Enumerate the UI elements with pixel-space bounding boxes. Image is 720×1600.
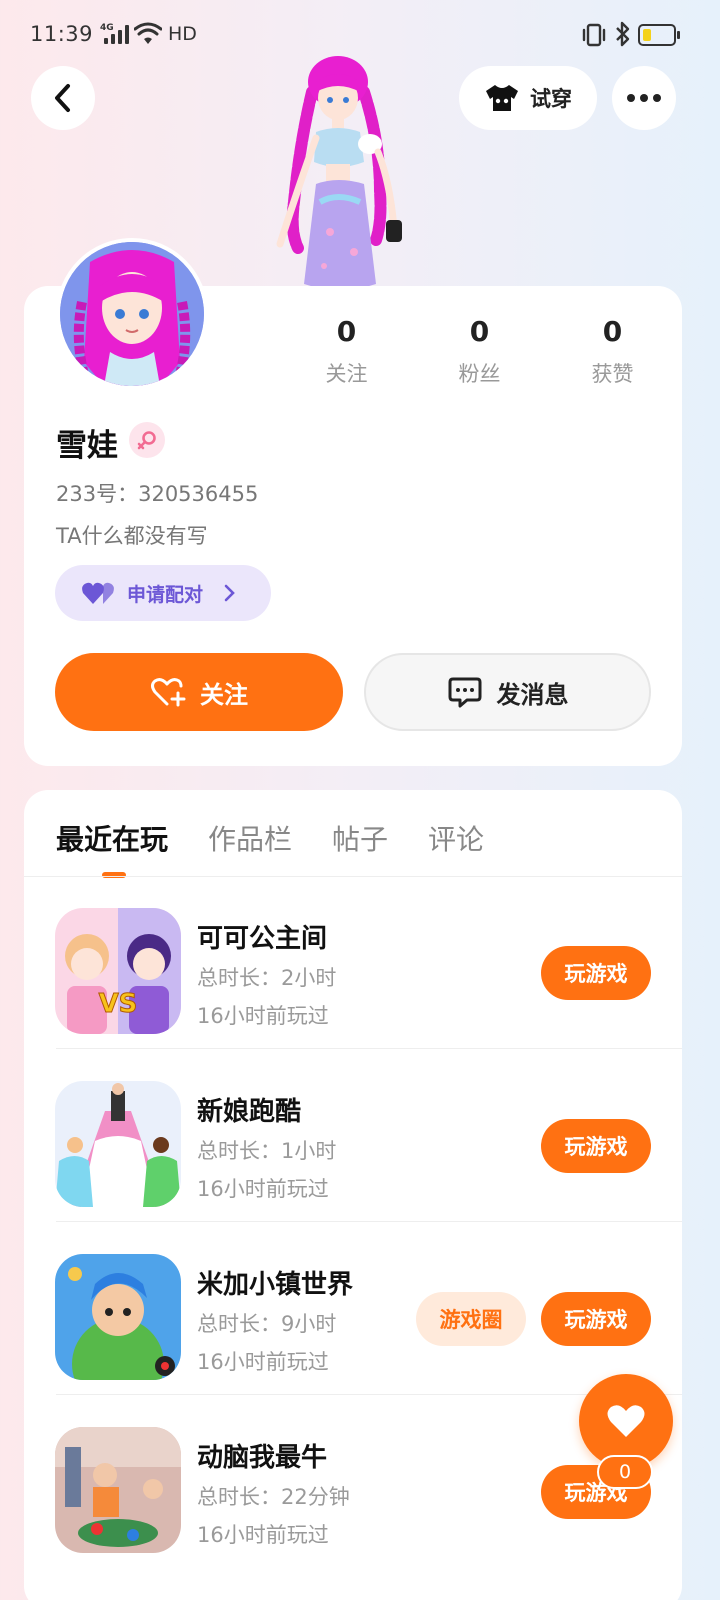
game-row[interactable]: 米加小镇世界 总时长：9小时 16小时前玩过 游戏圈 玩游戏 — [24, 1222, 682, 1395]
game-icon[interactable] — [55, 1081, 181, 1207]
play-game-button[interactable]: 玩游戏 — [541, 946, 651, 1000]
stat-value: 0 — [469, 315, 490, 348]
tshirt-icon — [486, 85, 518, 111]
tab-comments[interactable]: 评论 — [428, 818, 484, 858]
play-game-button[interactable]: 玩游戏 — [541, 1119, 651, 1173]
user-id: 233号：320536455 — [56, 482, 259, 506]
more-horizontal-icon — [627, 94, 661, 102]
stat-value: 0 — [602, 315, 623, 348]
request-pair-button[interactable]: 申请配对 — [55, 565, 271, 621]
profile-stats: 0 关注 0 粉丝 0 获赞 — [280, 314, 680, 388]
user-bio: TA什么都没有写 — [56, 524, 208, 548]
game-icon[interactable]: VS — [55, 908, 181, 1034]
tab-works[interactable]: 作品栏 — [208, 818, 292, 858]
game-title: 可可公主间 — [197, 924, 328, 954]
status-time: 11:39 — [30, 22, 94, 46]
stat-likes[interactable]: 0 获赞 — [546, 314, 679, 388]
stat-label: 获赞 — [591, 362, 634, 386]
game-row[interactable]: 新娘跑酷 总时长：1小时 16小时前玩过 玩游戏 — [24, 1049, 682, 1222]
follow-label: 关注 — [200, 680, 248, 709]
try-on-label: 试穿 — [530, 87, 572, 111]
like-count: 0 — [597, 1455, 653, 1489]
follow-button[interactable]: 关注 — [55, 653, 343, 731]
like-button[interactable] — [579, 1374, 673, 1468]
game-title: 新娘跑酷 — [197, 1097, 302, 1127]
user-name: 雪娃 — [56, 428, 118, 464]
game-total-time: 总时长：2小时 — [197, 966, 337, 990]
game-circle-button[interactable]: 游戏圈 — [416, 1292, 526, 1346]
game-total-time: 总时长：9小时 — [197, 1312, 337, 1336]
request-pair-label: 申请配对 — [127, 583, 204, 606]
content-card: 最近在玩 作品栏 帖子 评论 VS 可可公主间 总时长：2小时 16小时前玩过 … — [24, 790, 682, 1600]
stat-followers[interactable]: 0 粉丝 — [413, 314, 546, 388]
send-message-button[interactable]: 发消息 — [364, 653, 651, 731]
tab-recent-played[interactable]: 最近在玩 — [56, 818, 168, 858]
wifi-icon — [134, 22, 162, 44]
game-last-played: 16小时前玩过 — [197, 1004, 329, 1028]
stat-label: 粉丝 — [458, 362, 501, 386]
more-button[interactable] — [612, 66, 676, 130]
avatar[interactable] — [56, 238, 208, 390]
chevron-left-icon — [55, 84, 70, 112]
game-icon[interactable] — [55, 1427, 181, 1553]
game-row[interactable]: VS 可可公主间 总时长：2小时 16小时前玩过 玩游戏 — [24, 876, 682, 1049]
tab-bar: 最近在玩 作品栏 帖子 评论 — [56, 818, 484, 858]
chat-bubble-icon — [448, 677, 481, 708]
bluetooth-icon — [616, 21, 630, 47]
back-button[interactable] — [31, 66, 95, 130]
heart-pair-icon — [82, 582, 114, 604]
avatar-figure — [276, 56, 402, 290]
female-icon — [129, 422, 165, 458]
try-on-button[interactable]: 试穿 — [459, 66, 597, 130]
game-last-played: 16小时前玩过 — [197, 1177, 329, 1201]
send-message-label: 发消息 — [496, 680, 569, 709]
signal-icon — [104, 24, 129, 44]
stat-following[interactable]: 0 关注 — [280, 314, 413, 388]
svg-text:VS: VS — [99, 989, 138, 1019]
stat-label: 关注 — [325, 362, 368, 386]
play-game-button[interactable]: 玩游戏 — [541, 1292, 651, 1346]
game-total-time: 总时长：22分钟 — [197, 1485, 350, 1509]
game-title: 米加小镇世界 — [197, 1270, 354, 1300]
hd-indicator: HD — [168, 23, 197, 45]
game-last-played: 16小时前玩过 — [197, 1350, 329, 1374]
heart-plus-icon — [151, 678, 186, 707]
game-title: 动脑我最牛 — [197, 1443, 328, 1473]
game-total-time: 总时长：1小时 — [197, 1139, 337, 1163]
stat-value: 0 — [336, 315, 357, 348]
game-icon[interactable] — [55, 1254, 181, 1380]
heart-icon — [607, 1405, 645, 1437]
chevron-right-icon — [224, 584, 235, 602]
game-last-played: 16小时前玩过 — [197, 1523, 329, 1547]
tab-posts[interactable]: 帖子 — [332, 818, 388, 858]
vibrate-icon — [582, 23, 606, 47]
battery-icon — [638, 24, 680, 46]
